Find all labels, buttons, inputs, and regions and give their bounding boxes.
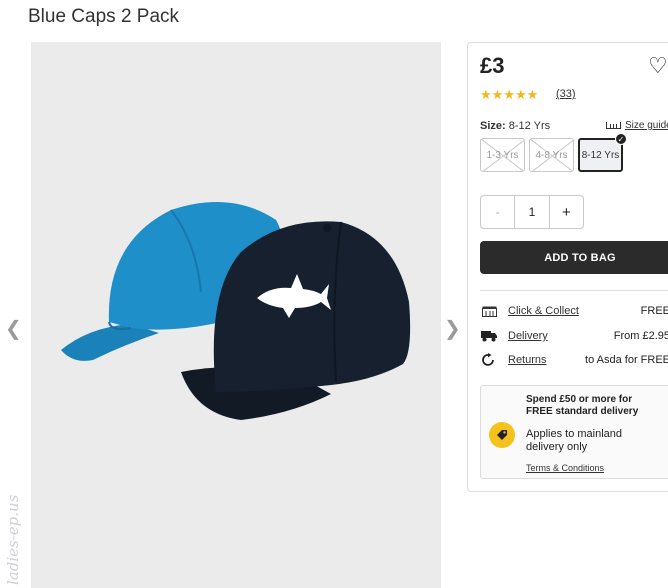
- size-selected-value: 8-12 Yrs: [508, 120, 551, 132]
- price: £3: [480, 53, 505, 78]
- add-to-bag-button[interactable]: ADD TO BAG: [480, 241, 668, 274]
- size-selected-label: Size: 8-12 Yrs: [480, 120, 550, 132]
- size-guide-link[interactable]: Size guide: [606, 120, 668, 131]
- star-icon: ★: [480, 87, 492, 102]
- size-guide-label: Size guide: [625, 120, 668, 131]
- caps-illustration: [31, 42, 441, 588]
- product-title: Blue Caps 2 Pack: [28, 6, 180, 27]
- click-collect-row: Click & Collect FREE: [480, 302, 668, 320]
- delivery-row: Delivery From £2.95: [480, 327, 668, 345]
- returns-price: to Asda for FREE: [585, 354, 668, 366]
- star-icon: ★: [514, 87, 527, 102]
- delivery-promo-box: Spend £50 or more for FREE standard deli…: [480, 385, 668, 479]
- promo-body: Applies to mainland delivery only: [526, 428, 623, 453]
- size-option-label: 8-12 Yrs: [581, 149, 620, 161]
- delivery-link[interactable]: Delivery: [508, 330, 548, 342]
- quantity-decrease-button[interactable]: -: [481, 196, 516, 228]
- store-icon: [480, 304, 498, 318]
- ruler-icon: [606, 122, 621, 129]
- terms-conditions-link[interactable]: Terms & Conditions: [526, 463, 604, 473]
- size-label: Size:: [480, 120, 506, 132]
- promo-headline: Spend £50 or more for FREE standard deli…: [526, 394, 639, 417]
- size-options: 1-3 Yrs 4-8 Yrs 8-12 Yrs ✓: [480, 133, 627, 172]
- star-icon: ★: [491, 87, 504, 102]
- quantity-value[interactable]: 1: [515, 196, 548, 228]
- selected-check-icon: ✓: [615, 133, 627, 145]
- quantity-stepper: - 1 +: [480, 195, 584, 229]
- prev-image-chevron-icon[interactable]: ❮: [5, 316, 22, 341]
- review-count-link[interactable]: (33): [556, 88, 576, 100]
- returns-link[interactable]: Returns: [508, 354, 547, 366]
- returns-row: Returns to Asda for FREE: [480, 351, 668, 369]
- star-icon: ★: [503, 87, 515, 102]
- watermark: ladies-ep.us: [4, 494, 22, 585]
- delivery-price: From £2.95: [613, 330, 668, 342]
- next-image-chevron-icon[interactable]: ❯: [444, 316, 461, 341]
- size-option-label: 4-8 Yrs: [535, 149, 568, 161]
- quantity-increase-button[interactable]: +: [548, 196, 583, 228]
- wishlist-heart-icon[interactable]: ♡: [648, 53, 668, 79]
- purchase-panel: £3 ♡ ★★★★★ (33) Size: 8-12 Yrs Size guid…: [467, 42, 668, 492]
- divider: [480, 290, 668, 291]
- size-option-label: 1-3 Yrs: [486, 149, 519, 161]
- size-option-1-3[interactable]: 1-3 Yrs: [480, 138, 525, 172]
- rating-stars: ★★★★★: [480, 87, 538, 103]
- star-icon: ★: [526, 87, 539, 102]
- truck-icon: [480, 329, 498, 343]
- size-option-4-8[interactable]: 4-8 Yrs: [529, 138, 574, 172]
- click-collect-link[interactable]: Click & Collect: [508, 305, 579, 317]
- product-image[interactable]: [31, 42, 441, 588]
- returns-icon: [480, 353, 498, 367]
- click-collect-price: FREE: [640, 305, 668, 317]
- price-tag-icon: [489, 422, 515, 448]
